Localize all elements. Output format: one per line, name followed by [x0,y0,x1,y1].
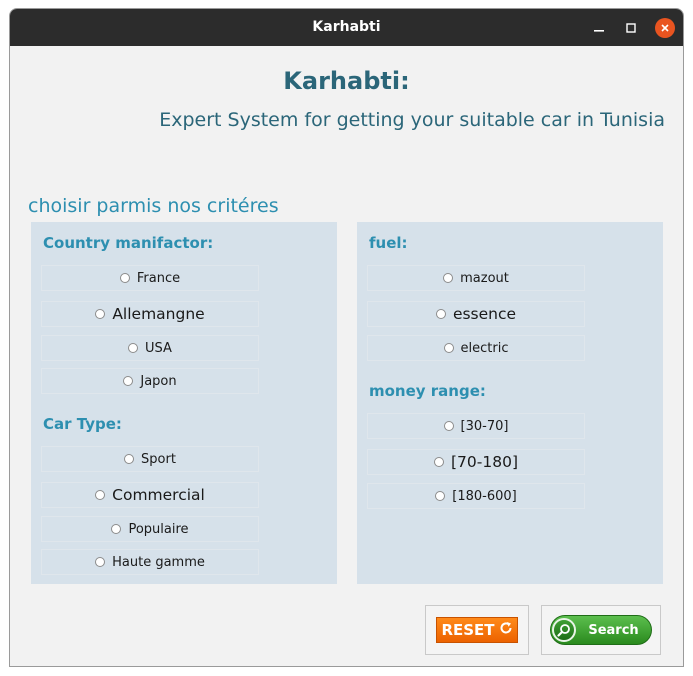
option-label: [70-180] [451,453,518,471]
country-label: Country manifactor: [43,234,214,252]
close-icon [661,24,669,32]
radio-button[interactable] [95,557,106,567]
title-bar: Karhabti [10,9,683,46]
radio-option-japon[interactable]: Japon [41,368,259,394]
radio-button[interactable] [443,343,454,353]
app-title: Karhabti: [283,67,410,95]
radio-button[interactable] [95,309,106,319]
radio-option-allemangne[interactable]: Allemangne [41,301,259,327]
magnifier-icon [552,618,576,642]
option-label: France [136,270,181,286]
radio-option-mazout[interactable]: mazout [367,265,585,291]
reset-button-face: RESET [436,617,518,643]
option-label: Allemangne [112,305,205,323]
criteria-prompt: choisir parmis nos critéres [28,195,279,217]
radio-button[interactable] [434,457,444,467]
option-label: essence [452,305,517,323]
option-label: Haute gamme [112,554,205,570]
radio-button[interactable] [123,376,134,386]
window-title: Karhabti [312,19,381,35]
radio-option-france[interactable]: France [41,265,259,291]
minimize-button[interactable] [589,18,609,38]
refresh-icon [499,621,513,639]
radio-button[interactable] [128,343,139,353]
radio-option-usa[interactable]: USA [41,335,259,361]
money-range-label: money range: [369,382,486,400]
car-type-label: Car Type: [43,415,122,433]
maximize-button[interactable] [621,18,641,38]
radio-option-commercial[interactable]: Commercial [41,482,259,508]
radio-button[interactable] [435,309,446,319]
minimize-icon [594,30,604,32]
radio-option-haute-gamme[interactable]: Haute gamme [41,549,259,575]
radio-button[interactable] [124,454,135,464]
app-window: Karhabti Karhabti: Expert System for get… [9,8,684,667]
option-label: Commercial [112,486,205,504]
radio-button[interactable] [435,491,446,501]
app-subtitle: Expert System for getting your suitable … [159,109,665,131]
option-label: [180-600] [452,488,517,504]
reset-button-label: RESET [441,621,495,639]
search-button[interactable]: Search [541,605,661,655]
radio-option-180-600[interactable]: [180-600] [367,483,585,509]
radio-button[interactable] [443,273,454,283]
radio-button[interactable] [119,273,130,283]
radio-button[interactable] [443,421,454,431]
radio-option-essence[interactable]: essence [367,301,585,327]
reset-button[interactable]: RESET [425,605,529,655]
option-label: electric [460,340,509,356]
radio-button[interactable] [95,490,106,500]
maximize-icon [626,23,636,33]
option-label: mazout [460,270,509,286]
option-label: USA [145,340,172,356]
option-label: Sport [141,451,176,467]
radio-option-sport[interactable]: Sport [41,446,259,472]
left-criteria-panel: Country manifactor: France Allemangne US… [31,222,337,584]
right-criteria-panel: fuel: mazout essence electric money rang… [357,222,663,584]
radio-option-populaire[interactable]: Populaire [41,516,259,542]
close-button[interactable] [655,18,675,38]
main-content: Karhabti: Expert System for getting your… [10,46,683,666]
radio-option-70-180[interactable]: [70-180] [367,449,585,475]
radio-option-electric[interactable]: electric [367,335,585,361]
radio-option-30-70[interactable]: [30-70] [367,413,585,439]
radio-button[interactable] [111,524,122,534]
option-label: [30-70] [460,418,509,434]
option-label: Populaire [128,521,189,537]
option-label: Japon [140,373,177,389]
search-button-face: Search [550,615,652,645]
search-button-label: Search [588,622,639,638]
fuel-label: fuel: [369,234,408,252]
